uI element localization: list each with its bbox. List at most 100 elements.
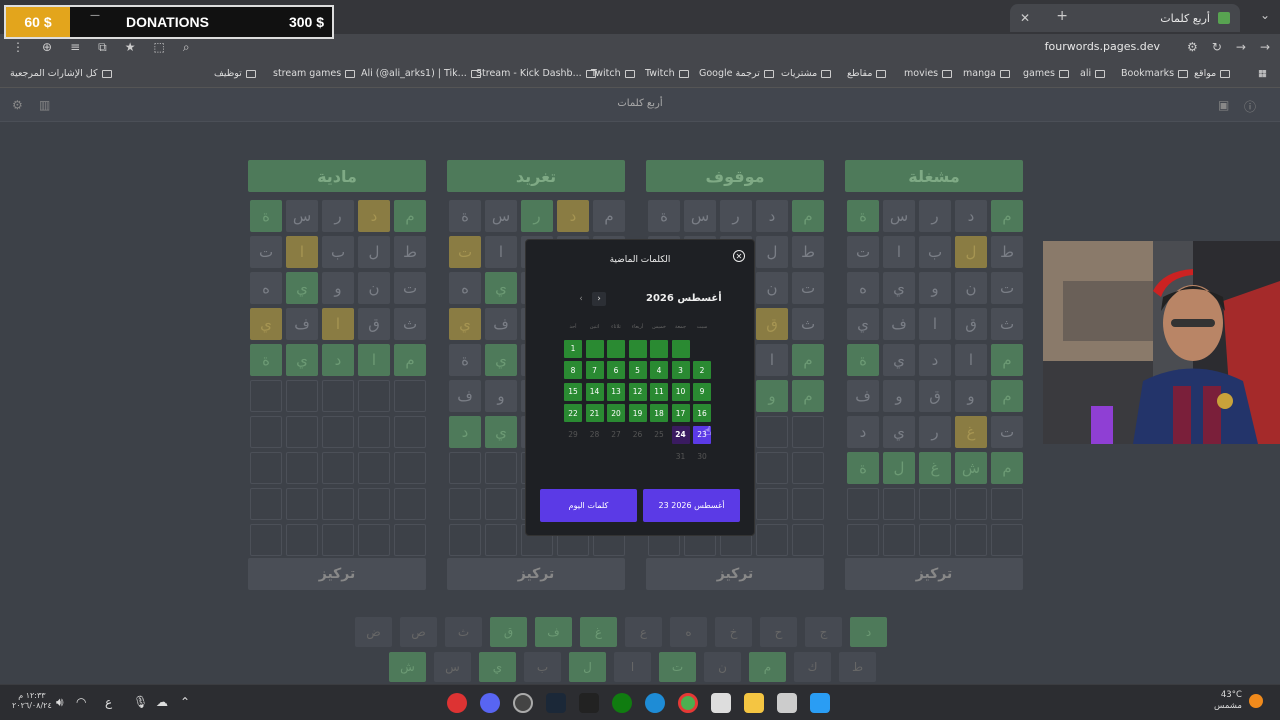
menu-icon[interactable]: ⋮ — [12, 40, 24, 55]
keyboard-key[interactable]: ح — [760, 617, 797, 647]
calendar-day[interactable]: 14 — [585, 382, 604, 401]
bookmark-item[interactable]: movies — [904, 68, 953, 79]
wifi-icon[interactable]: ◠ — [76, 695, 86, 709]
back-icon[interactable]: → — [1260, 40, 1270, 54]
keyboard-key[interactable]: غ — [580, 617, 617, 647]
calendar-day[interactable]: 18 — [650, 404, 668, 422]
calendar-day[interactable]: 17 — [671, 404, 690, 422]
start-icon[interactable] — [810, 693, 830, 713]
calendar-day[interactable] — [607, 339, 625, 358]
calendar-day[interactable]: 4 — [650, 361, 668, 379]
bookmark-item[interactable]: stream games — [273, 68, 356, 79]
calendar-day[interactable]: 15 — [564, 382, 582, 401]
forward-icon[interactable]: → — [1236, 40, 1246, 54]
keyboard-key[interactable]: س — [434, 652, 471, 682]
calendar-day[interactable]: 2 — [693, 361, 711, 379]
calendar-day[interactable]: 7 — [585, 361, 604, 379]
close-icon[interactable]: ✕ — [733, 250, 745, 262]
epic-games-icon[interactable] — [579, 693, 599, 713]
bookmark-item[interactable]: Twitch — [645, 68, 689, 79]
prev-month-icon[interactable]: ‹ — [574, 292, 588, 306]
extension-icon[interactable]: ⊕ — [42, 40, 52, 55]
browser-tab[interactable]: أربع كلمات ✕ — [1010, 4, 1240, 32]
tab-search-icon[interactable]: ⌄ — [1260, 8, 1270, 22]
calendar-day[interactable]: 24 — [671, 425, 690, 444]
keyboard-key[interactable]: ق — [490, 617, 527, 647]
focus-button[interactable]: تركيز — [845, 558, 1023, 590]
keyboard-key[interactable]: ا — [614, 652, 651, 682]
clock-time[interactable]: ١٢:٣٣ م — [12, 691, 52, 701]
keyboard-key[interactable]: ه — [670, 617, 707, 647]
steam-icon[interactable] — [546, 693, 566, 713]
calendar-day[interactable]: 21 — [585, 404, 604, 422]
keyboard-key[interactable]: ب — [524, 652, 561, 682]
calendar-day[interactable]: 10 — [671, 382, 690, 401]
file-explorer-icon[interactable] — [744, 693, 764, 713]
keyboard-key[interactable]: ت — [659, 652, 696, 682]
edge-icon[interactable] — [645, 693, 665, 713]
calendar-day[interactable]: 13 — [607, 382, 625, 401]
calendar-day[interactable]: 11 — [650, 382, 668, 401]
show-hidden-icons-icon[interactable]: ⌃ — [180, 695, 190, 709]
calendar-day[interactable]: 22 — [564, 404, 582, 422]
language-indicator[interactable]: ع — [105, 695, 112, 709]
app-red-icon[interactable] — [447, 693, 467, 713]
onedrive-icon[interactable]: ☁︎ — [156, 695, 168, 709]
calendar-day[interactable]: 3 — [671, 361, 690, 379]
downloads-icon[interactable]: ≡ — [70, 40, 80, 55]
bookmark-item[interactable]: مقاطع — [847, 68, 887, 79]
next-month-icon[interactable]: › — [592, 292, 606, 306]
task-view-icon[interactable] — [777, 693, 797, 713]
calendar-day[interactable]: 1 — [564, 339, 582, 358]
chrome-icon[interactable] — [678, 693, 698, 713]
keyboard-key[interactable]: ض — [355, 617, 392, 647]
microphone-icon[interactable]: 🎙︎ — [133, 695, 148, 709]
keyboard-key[interactable]: د — [850, 617, 887, 647]
obs-icon[interactable] — [513, 693, 533, 713]
calendar-day[interactable] — [628, 339, 647, 358]
selected-date-button[interactable]: 23 أغسطس 2026 — [643, 489, 740, 522]
discord-icon[interactable] — [480, 693, 500, 713]
bookmark-item[interactable]: Bookmarks — [1121, 68, 1189, 79]
calendar-day[interactable]: 5 — [628, 361, 647, 379]
tune-icon[interactable]: ⚙ — [1187, 40, 1198, 54]
calendar-day[interactable] — [585, 339, 604, 358]
bookmark-item[interactable]: توظيف — [214, 68, 256, 79]
calendar-day[interactable]: 12 — [628, 382, 647, 401]
keyboard-key[interactable]: ي — [479, 652, 516, 682]
bookmark-item[interactable]: مشتريات — [781, 68, 832, 79]
share-icon[interactable]: ⧉ — [98, 40, 107, 55]
keyboard-key[interactable]: م — [749, 652, 786, 682]
weather-icon[interactable] — [1249, 694, 1263, 708]
calendar-icon[interactable]: ▣ — [1218, 98, 1229, 112]
focus-button[interactable]: تركيز — [248, 558, 426, 590]
bookmark-item[interactable]: games — [1023, 68, 1069, 79]
xbox-icon[interactable] — [612, 693, 632, 713]
reload-icon[interactable]: ↻ — [1212, 40, 1222, 54]
keyboard-key[interactable]: ش — [389, 652, 426, 682]
calendar-day[interactable] — [671, 339, 690, 358]
close-tab-icon[interactable]: ✕ — [1020, 11, 1030, 25]
keyboard-key[interactable]: ط — [839, 652, 876, 682]
bookmark-item[interactable]: ali — [1080, 68, 1106, 79]
keyboard-key[interactable]: خ — [715, 617, 752, 647]
calendar-day[interactable]: 19 — [628, 404, 647, 422]
bookmark-item[interactable]: مواقع — [1194, 68, 1231, 79]
bookmark-item[interactable]: Google ترجمة — [699, 68, 774, 79]
new-tab-icon[interactable]: + — [1056, 8, 1068, 24]
focus-button[interactable]: تركيز — [447, 558, 625, 590]
screenshot-icon[interactable]: ⬚ — [153, 40, 164, 55]
info-icon[interactable]: ⓘ — [1244, 98, 1256, 115]
bookmark-item[interactable]: Twitch — [591, 68, 635, 79]
calendar-day[interactable]: 20 — [607, 404, 625, 422]
store-icon[interactable] — [711, 693, 731, 713]
bookmark-item[interactable]: Stream - Kick Dashb... — [476, 68, 596, 79]
keyboard-key[interactable]: ج — [805, 617, 842, 647]
keyboard-key[interactable]: ع — [625, 617, 662, 647]
calendar-day[interactable] — [650, 339, 668, 358]
apps-icon[interactable]: ▦ — [1258, 68, 1267, 79]
keyboard-key[interactable]: ل — [569, 652, 606, 682]
zoom-icon[interactable]: ⌕ — [183, 40, 190, 55]
bookmark-item[interactable]: Ali (@ali_arks1) | Tik... — [361, 68, 481, 79]
keyboard-key[interactable]: ف — [535, 617, 572, 647]
